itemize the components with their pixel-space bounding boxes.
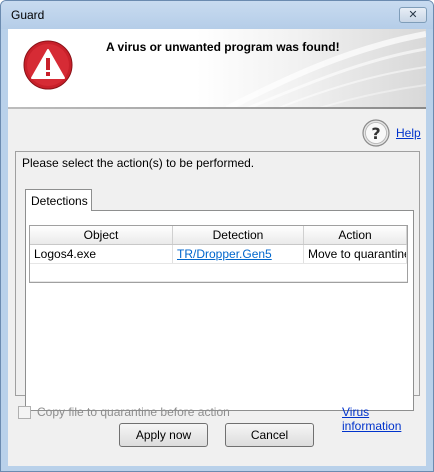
alert-message: A virus or unwanted program was found! [106,40,340,54]
guard-window: Guard ✕ A virus or unwanted program was … [0,0,434,472]
detection-link[interactable]: TR/Dropper.Gen5 [177,247,272,261]
tab-label: Detections [31,194,88,208]
action-panel: Please select the action(s) to be perfor… [15,151,420,411]
close-icon: ✕ [408,8,418,21]
quarantine-copy-option[interactable]: Copy file to quarantine before action [18,405,230,419]
table-header: Object Detection Action [30,226,407,245]
help-icon[interactable]: ? [362,119,390,147]
close-button[interactable]: ✕ [399,7,427,23]
window-title: Guard [11,8,45,22]
dialog-client: A virus or unwanted program was found! ?… [8,29,426,466]
quarantine-copy-label: Copy file to quarantine before action [37,405,230,419]
column-header-detection[interactable]: Detection [173,226,304,244]
column-header-action[interactable]: Action [304,226,407,244]
title-bar[interactable]: Guard ✕ [1,1,433,29]
cell-object: Logos4.exe [30,245,173,263]
table-row[interactable]: Logos4.exe TR/Dropper.Gen5 Move to quara… [30,245,407,264]
cancel-label: Cancel [250,428,289,442]
apply-now-button[interactable]: Apply now [119,423,208,447]
detections-panel: Object Detection Action Logos4.exe TR/Dr… [25,210,414,411]
detections-table: Object Detection Action Logos4.exe TR/Dr… [29,225,408,283]
svg-text:?: ? [371,124,380,143]
alert-banner: A virus or unwanted program was found! [8,29,426,109]
quarantine-copy-checkbox[interactable] [18,405,31,419]
tab-detections[interactable]: Detections [25,189,92,211]
cell-action[interactable]: Move to quarantine [304,245,407,263]
banner-divider [8,107,426,109]
cell-detection: TR/Dropper.Gen5 [173,245,304,263]
warning-icon [23,40,73,90]
help-link[interactable]: Help [396,126,421,140]
virus-information-link[interactable]: Virus information [342,405,426,433]
table-empty-row [30,264,407,282]
apply-now-label: Apply now [135,428,192,442]
cancel-button[interactable]: Cancel [225,423,314,447]
column-header-object[interactable]: Object [30,226,173,244]
instruction-text: Please select the action(s) to be perfor… [22,156,255,170]
